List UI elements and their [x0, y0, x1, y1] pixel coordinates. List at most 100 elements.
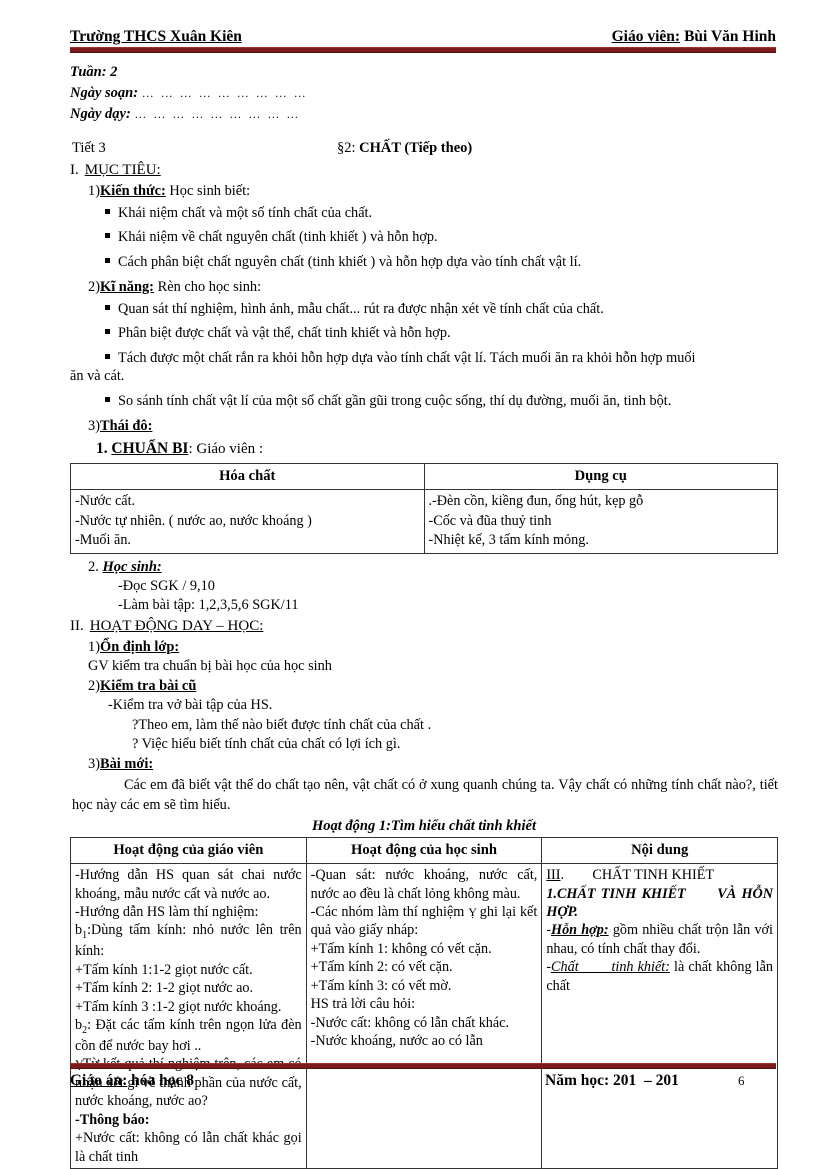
lesson-line: Tiết 3 §2: CHẤT (Tiếp theo): [70, 139, 778, 159]
footer-left-label: Giáo án:: [70, 1072, 128, 1089]
table-header-row: Hoạt động của giáo viên Hoạt động của họ…: [70, 837, 778, 865]
thai-do-line: 3)Thái đô:: [88, 417, 778, 436]
list-item-text: So sánh tính chất vật lí của một số chất…: [118, 392, 672, 409]
meta-ngay-soan-dots: … … … … … … … … …: [141, 86, 308, 101]
bullet-square-icon: [105, 304, 110, 310]
meta-ngay-day-label: Ngày dạy:: [70, 106, 131, 123]
cell-line: -Nước cất: không có lẫn chất khác.: [310, 1014, 510, 1031]
kien-thuc-intro: Học sinh biết:: [169, 182, 251, 199]
cell-line: -Hỗn hợp: gồm nhiều chất trộn lẫn với nh…: [546, 922, 773, 957]
objectives-roman: I.: [70, 162, 79, 179]
list-item: Cách phân biệt chất nguyên chất (tinh kh…: [105, 253, 778, 272]
ki-nang-line: 2)Kĩ năng: Rèn cho học sinh:: [88, 278, 778, 297]
cell-line: -Nhiệt kế, 3 tấm kính mỏng.: [428, 532, 589, 549]
list-item-text: Khái niệm về chất nguyên chất (tinh khiế…: [118, 229, 438, 246]
cell-line: -Hướng dẫn HS quan sát chai nước khoáng,…: [75, 867, 302, 902]
cell-line: .-Đèn cồn, kiềng đun, ống hút, kẹp gỗ: [428, 493, 644, 510]
preparation-num: 1.: [96, 439, 108, 457]
subscript-2: 2: [82, 1024, 88, 1036]
cell-hoa-chat: -Nước cất. -Nước tự nhiên. ( nước ao, nư…: [70, 489, 425, 554]
header-rule: [70, 47, 776, 53]
bai-moi-text: Các em đã biết vật thể do chất tạo nên, …: [72, 777, 778, 813]
meta-tuan: Tuần: 2: [70, 64, 118, 80]
preparation-table: Hóa chất Dụng cụ -Nước cất. -Nước tự nhi…: [70, 463, 778, 554]
cell-line: +Tấm kính 3 :1-2 giọt nước khoáng.: [75, 998, 282, 1015]
term-hon-hop: Hỗn hợp:: [551, 922, 609, 939]
meta-ngay-day: Ngày dạy: … … … … … … … … …: [70, 104, 778, 125]
kien-thuc-label: Kiến thức:: [100, 182, 166, 199]
kien-thuc-num: 1): [88, 182, 100, 199]
ki-nang-label: Kĩ năng:: [100, 278, 154, 295]
hoc-sinh-line: -Đọc SGK / 9,10: [118, 577, 215, 594]
lesson-tiet: Tiết 3: [72, 140, 106, 157]
kien-thuc-line: 1)Kiến thức: Học sinh biết:: [88, 182, 778, 201]
list-item: Khái niệm chất và một số tính chất của c…: [105, 204, 778, 223]
content-roman: III: [546, 867, 561, 884]
document-page: Trường THCS Xuân Kiên Giáo viên: Bùi Văn…: [0, 0, 816, 1169]
ki-nang-num: 2): [88, 278, 100, 295]
table-row: -Nước cất. -Nước tự nhiên. ( nước ao, nư…: [70, 489, 778, 554]
column-header-content: Nội dung: [541, 837, 778, 865]
subscript-1: 1: [82, 930, 88, 942]
cell-line: -Chất tinh khiết: là chất không lẫn chất: [546, 959, 773, 994]
bullet-square-icon: [105, 329, 110, 335]
footer-left-value: hóa học 8: [131, 1072, 195, 1089]
document-body: Tuần: 2 Ngày soạn: … … … … … … … … … Ngà…: [70, 62, 778, 1169]
cell-line: -Hướng dẫn HS làm thí nghiệm:: [75, 903, 259, 920]
footer-rule: [70, 1063, 776, 1069]
footer-page-number: 6: [738, 1073, 745, 1088]
on-dinh-line: 1)Ổn định lớp:: [88, 638, 778, 657]
cell-line: +Tấm kính 2: 1-2 giọt nước ao.: [75, 980, 254, 997]
bullet-square-icon: [105, 353, 110, 359]
footer-school-year: Năm học: 201 – 201: [545, 1072, 679, 1089]
meta-ngay-soan: Ngày soạn: … … … … … … … … …: [70, 83, 778, 104]
column-header-hoa-chat: Hóa chất: [70, 463, 425, 491]
list-item: Quan sát thí nghiệm, hình ảnh, mẫu chất.…: [105, 300, 778, 319]
list-item-text: Khái niệm chất và một số tính chất của c…: [118, 204, 373, 221]
activities-roman: II.: [70, 618, 84, 635]
kiem-tra-label: Kiểm tra bài cũ: [100, 678, 197, 695]
meta-ngay-day-dots: … … … … … … … … …: [134, 107, 301, 122]
cell-line: -Nước cất.: [75, 493, 136, 510]
bullet-square-icon: [105, 233, 110, 239]
table-header-row: Hóa chất Dụng cụ: [70, 463, 778, 491]
on-dinh-label: Ổn định lớp:: [100, 639, 180, 656]
thai-do-num: 3): [88, 417, 100, 434]
cell-line: -Nước tự nhiên. ( nước ao, nước khoáng ): [75, 512, 312, 529]
header-teacher-name: Bùi Văn Hinh: [684, 28, 776, 45]
bai-moi-paragraph: Các em đã biết vật thể do chất tạo nên, …: [72, 776, 778, 815]
cell-line: HS trả lời câu hỏi:: [310, 996, 416, 1013]
cell-line: -Muối ăn.: [75, 532, 131, 549]
thai-do-label: Thái đô:: [100, 417, 153, 434]
header-teacher: Giáo viên: Bùi Văn Hinh: [612, 28, 776, 46]
bullet-square-icon: [105, 396, 110, 402]
cell-line: -Quan sát: nước khoáng, nước cất, nước a…: [310, 867, 538, 902]
bai-moi-num: 3): [88, 756, 100, 773]
lesson-title: CHẤT (Tiếp theo): [359, 140, 473, 157]
cell-line: -Nước khoáng, nước ao có lẫn: [310, 1033, 483, 1050]
meta-ngay-soan-label: Ngày soạn:: [70, 85, 139, 102]
cell-line: +Tấm kính 1: không có vết cặn.: [310, 940, 492, 957]
lesson-section-mark: §2:: [337, 140, 356, 157]
kiem-tra-num: 2): [88, 678, 100, 695]
bai-moi-label: Bài mới:: [100, 756, 154, 773]
on-dinh-num: 1): [88, 639, 100, 656]
kiem-tra-line: 2)Kiểm tra bài cũ: [88, 677, 778, 696]
list-item-text: Tách được một chất rắn ra khỏi hỗn hợp d…: [118, 349, 696, 366]
activity-1-title: Hoạt động 1:Tìm hiểu chất tinh khiết: [312, 817, 536, 834]
kiem-tra-text: -Kiểm tra vở bài tập của HS.: [108, 697, 273, 714]
activity-table: Hoạt động của giáo viên Hoạt động của họ…: [70, 837, 778, 1169]
cell-line: -Cốc và đũa thuỷ tinh: [428, 512, 552, 529]
kiem-tra-text: ?Theo em, làm thế nào biết được tính chấ…: [132, 716, 432, 733]
header-school-name: Trường THCS Xuân Kiên: [70, 28, 242, 45]
kien-thuc-list: Khái niệm chất và một số tính chất của c…: [70, 204, 778, 272]
cell-line: b1:Dùng tấm kính: nhỏ nước lên trên kính…: [75, 922, 302, 960]
hoc-sinh-line: -Làm bài tập: 1,2,3,5,6 SGK/11: [118, 597, 299, 614]
list-item-continuation: ăn và cát.: [70, 368, 125, 385]
kiem-tra-text: ? Việc hiểu biết tính chất của chất có l…: [132, 736, 401, 753]
cell-line: -Thông báo:: [75, 1111, 150, 1128]
hoc-sinh-block: 2. Học sinh: -Đọc SGK / 9,10 -Làm bài tậ…: [88, 558, 778, 616]
hoc-sinh-num: 2.: [88, 558, 99, 575]
list-item-text: Cách phân biệt chất nguyên chất (tinh kh…: [118, 254, 582, 271]
page-header: Trường THCS Xuân Kiên Giáo viên: Bùi Văn…: [70, 28, 776, 46]
